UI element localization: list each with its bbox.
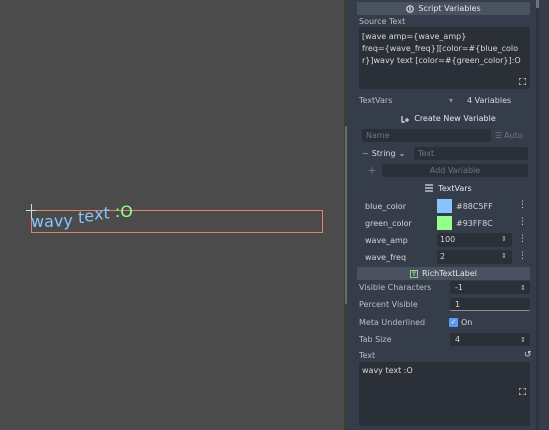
string-type-icon: ~: [362, 149, 369, 158]
more-options-icon[interactable]: ⋮: [518, 218, 527, 227]
list-icon: [425, 184, 434, 192]
meta-underlined-row: Meta Underlined ✓ On: [348, 316, 549, 329]
visible-characters-spinbox[interactable]: -1: [450, 281, 530, 294]
variable-row-wave-amp: wave_amp 100 ⇕ ⋮: [348, 232, 549, 248]
checkbox-checked-icon[interactable]: ✓: [449, 318, 458, 327]
variable-value: #88C5FF: [456, 201, 493, 211]
expand-icon[interactable]: [519, 388, 526, 395]
text-row: Text ↺: [348, 349, 549, 361]
editor-viewport[interactable]: wavy text :O: [0, 0, 344, 430]
variable-name-input[interactable]: Name: [362, 129, 491, 142]
tab-size-label: Tab Size: [359, 335, 392, 344]
meta-underlined-label: Meta Underlined: [359, 318, 426, 327]
more-options-icon[interactable]: ⋮: [518, 252, 527, 261]
green-color-swatch[interactable]: [437, 216, 452, 230]
text-property-label: Text: [359, 350, 376, 360]
source-text-area[interactable]: [wave amp={wave_amp} freq={wave_freq}][c…: [359, 27, 530, 89]
source-text-line-2: freq={wave_freq}][color=#{blue_colo: [362, 44, 518, 53]
origin-marker-horizontal: [26, 210, 36, 211]
percent-visible-label: Percent Visible: [359, 300, 418, 309]
spin-arrows-icon[interactable]: ⇕: [501, 252, 507, 260]
text-property-area[interactable]: wavy text :O: [359, 362, 530, 426]
source-text-line-1: [wave amp={wave_amp}: [362, 32, 467, 41]
chevron-down-icon: ⌄: [398, 149, 406, 158]
more-options-icon[interactable]: ⋮: [518, 201, 527, 210]
auto-label: Auto: [504, 131, 523, 140]
textvars-count[interactable]: 4 Variables: [467, 96, 511, 105]
textvars-section-header[interactable]: TextVars: [348, 182, 549, 194]
percent-visible-row: Percent Visible 1: [348, 298, 549, 311]
type-label: String: [371, 149, 396, 158]
script-variables-header[interactable]: Script Variables: [357, 2, 530, 15]
source-text-line-3: r}]wavy text [color=#{green_color}]:O: [362, 56, 521, 65]
textvars-section-label: TextVars: [438, 183, 472, 193]
spin-arrows-icon[interactable]: ⇕: [520, 336, 526, 344]
visible-characters-label: Visible Characters: [359, 283, 432, 292]
meta-underlined-value: On: [461, 318, 473, 327]
textvars-row: TextVars ▾ 4 Variables: [348, 94, 549, 106]
create-variable-button[interactable]: Create New Variable: [348, 112, 549, 125]
script-variables-label: Script Variables: [418, 4, 481, 13]
wavy-text-green: :O: [114, 201, 133, 221]
variable-row-green-color: green_color #93FF8C ⋮: [348, 215, 549, 231]
variable-text-input[interactable]: Text: [414, 147, 528, 160]
wavy-text-preview: wavy text :O: [31, 201, 133, 231]
type-select[interactable]: ~ String ⌄: [362, 147, 414, 160]
plus-icon: +: [367, 164, 377, 177]
variable-value: #93FF8C: [456, 218, 493, 228]
blue-color-swatch[interactable]: [437, 199, 452, 213]
more-options-icon[interactable]: ⋮: [518, 235, 527, 244]
variable-name: green_color: [365, 218, 412, 228]
tab-size-row: Tab Size 4 ⇕: [348, 333, 549, 346]
collapse-arrow-icon[interactable]: ▾: [449, 96, 453, 105]
percent-visible-slider[interactable]: 1: [450, 298, 530, 311]
textvars-label: TextVars: [359, 95, 393, 105]
script-icon: [406, 4, 415, 13]
richtextlabel-icon: [409, 269, 418, 278]
add-variable-label: Add Variable: [382, 164, 528, 177]
auto-toggle[interactable]: ☰ Auto: [495, 129, 528, 142]
tab-size-spinbox[interactable]: 4: [450, 333, 530, 346]
spin-arrows-icon[interactable]: ⇕: [520, 284, 526, 292]
revert-icon[interactable]: ↺: [524, 350, 532, 360]
inspector-scrollbar[interactable]: [536, 0, 539, 430]
variable-name: wave_freq: [365, 252, 407, 262]
richtextlabel-header[interactable]: RichTextLabel: [357, 267, 530, 280]
source-text-label: Source Text: [359, 16, 406, 26]
wavy-text-blue: wavy text: [31, 203, 110, 231]
richtextlabel-label: RichTextLabel: [421, 269, 477, 278]
inspector-scroll-thumb[interactable]: [536, 0, 539, 8]
text-placeholder: Text: [418, 149, 435, 158]
variable-name: blue_color: [365, 201, 406, 211]
expand-icon[interactable]: [519, 78, 526, 85]
create-variable-label: Create New Variable: [414, 114, 496, 123]
text-property-value: wavy text :O: [362, 366, 413, 375]
spin-arrows-icon[interactable]: ⇕: [501, 235, 507, 243]
visible-characters-row: Visible Characters -1 ⇕: [348, 281, 549, 294]
name-placeholder: Name: [366, 131, 390, 140]
variable-row-wave-freq: wave_freq 2 ⇕ ⋮: [348, 249, 549, 265]
add-variable-icon: [401, 115, 410, 123]
inspector-panel: Script Variables Source Text [wave amp={…: [348, 0, 549, 430]
variable-row-blue-color: blue_color #88C5FF ⋮: [348, 198, 549, 214]
add-variable-button[interactable]: + Add Variable: [362, 164, 528, 177]
viewport-scrollbar[interactable]: [345, 126, 347, 304]
list-icon: ☰: [495, 131, 503, 140]
variable-name: wave_amp: [365, 235, 408, 245]
